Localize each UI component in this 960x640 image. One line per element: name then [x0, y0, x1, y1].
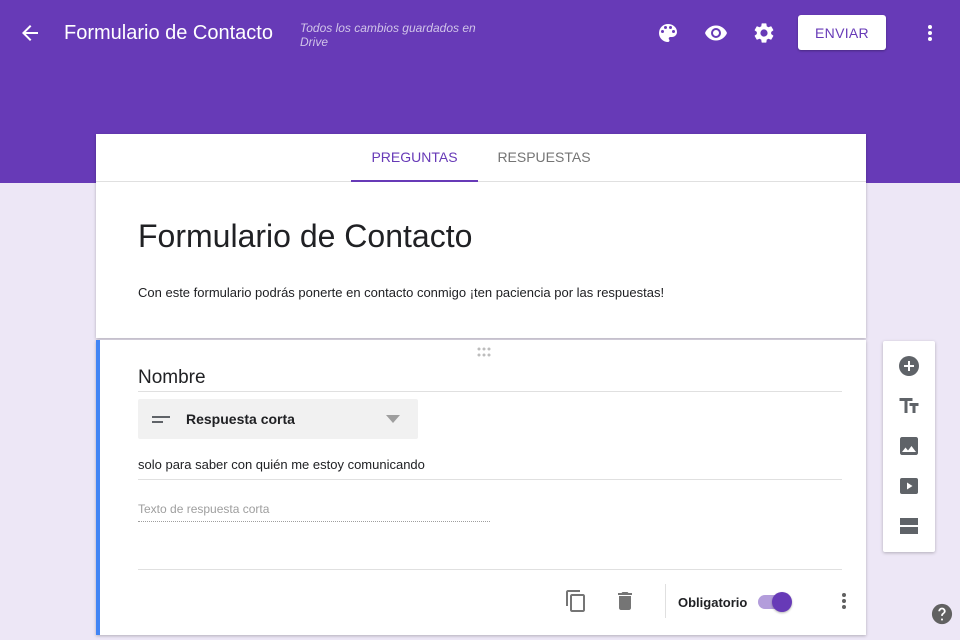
required-label: Obligatorio	[678, 595, 748, 610]
required-toggle[interactable]	[756, 591, 796, 612]
form-header-card: PREGUNTAS RESPUESTAS Formulario de Conta…	[96, 134, 866, 338]
more-vert-icon[interactable]	[918, 21, 942, 45]
question-title-input[interactable]: Nombre	[138, 367, 842, 392]
add-title-icon[interactable]	[897, 394, 921, 418]
dropdown-arrow-icon	[386, 415, 400, 423]
tab-respuestas[interactable]: RESPUESTAS	[488, 134, 600, 182]
add-video-icon[interactable]	[897, 474, 921, 498]
add-question-icon[interactable]	[897, 354, 921, 378]
save-status: Todos los cambios guardados en Drive	[300, 21, 476, 49]
help-icon[interactable]	[931, 603, 953, 625]
footer-divider	[138, 569, 842, 570]
add-image-icon[interactable]	[897, 434, 921, 458]
question-description-input[interactable]: solo para saber con quién me estoy comun…	[138, 457, 842, 480]
eye-icon[interactable]	[704, 21, 728, 45]
send-button[interactable]: ENVIAR	[798, 15, 886, 50]
tab-bar: PREGUNTAS RESPUESTAS	[96, 134, 866, 182]
back-arrow-icon[interactable]	[18, 21, 42, 45]
form-description[interactable]: Con este formulario podrás ponerte en co…	[138, 285, 664, 300]
question-more-vert-icon[interactable]	[832, 589, 856, 613]
question-type-select[interactable]: Respuesta corta	[138, 399, 418, 439]
delete-icon[interactable]	[613, 589, 637, 613]
short-answer-preview: Texto de respuesta corta	[138, 502, 490, 522]
side-toolbar	[883, 341, 935, 552]
palette-icon[interactable]	[656, 21, 680, 45]
tab-preguntas[interactable]: PREGUNTAS	[351, 134, 478, 182]
form-title[interactable]: Formulario de Contacto	[138, 218, 472, 255]
gear-icon[interactable]	[752, 21, 776, 45]
add-section-icon[interactable]	[897, 514, 921, 538]
app-title: Formulario de Contacto	[64, 22, 273, 44]
toggle-thumb	[772, 592, 792, 612]
drag-handle-icon[interactable]	[476, 347, 492, 357]
duplicate-icon[interactable]	[564, 589, 588, 613]
short-answer-icon	[152, 412, 170, 426]
question-type-label: Respuesta corta	[186, 411, 295, 427]
footer-vertical-divider	[665, 584, 666, 618]
question-card[interactable]: Nombre Respuesta corta solo para saber c…	[96, 340, 866, 635]
